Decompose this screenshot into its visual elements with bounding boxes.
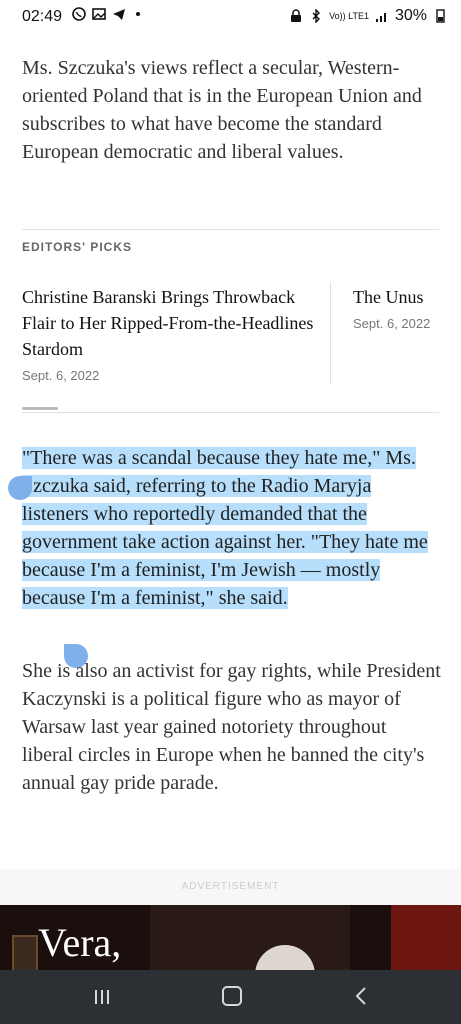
editors-pick-card[interactable]: Christine Baranski Brings Throwback Flai… xyxy=(22,284,322,383)
home-icon[interactable] xyxy=(222,986,242,1006)
status-bar: 02:49 Vo)) LTE1 30% xyxy=(0,0,461,34)
ad-background-panel xyxy=(391,905,461,970)
divider xyxy=(22,229,439,230)
pick-date: Sept. 6, 2022 xyxy=(353,316,431,331)
back-icon[interactable] xyxy=(354,986,368,1006)
whatsapp-icon xyxy=(72,7,86,21)
selection-start-handle[interactable] xyxy=(8,476,32,500)
selected-quote-paragraph[interactable]: "There was a scandal because they hate m… xyxy=(22,444,442,612)
lock-icon xyxy=(291,9,302,22)
picture-frame xyxy=(12,935,38,970)
bluetooth-icon xyxy=(312,9,321,23)
selected-text[interactable]: "There was a scandal because they hate m… xyxy=(22,447,428,609)
pick-title[interactable]: Christine Baranski Brings Throwback Flai… xyxy=(22,284,322,362)
ad-image[interactable]: Vera, xyxy=(0,905,461,970)
navigation-bar xyxy=(0,970,461,1024)
volte-indicator: Vo)) LTE1 xyxy=(329,10,369,21)
battery-percentage: 30% xyxy=(394,7,427,24)
carousel-indicator xyxy=(22,407,58,410)
signal-icon xyxy=(375,13,386,22)
telegram-icon xyxy=(113,9,125,20)
pick-separator xyxy=(330,282,331,384)
article-paragraph: Ms. Szczuka's views reflect a secular, W… xyxy=(22,57,422,163)
advertisement-label: ADVERTISEMENT xyxy=(181,881,280,892)
editors-picks-label: EDITORS' PICKS xyxy=(22,240,132,254)
ad-title: Vera, xyxy=(38,920,122,965)
advertisement[interactable]: ADVERTISEMENT Vera, xyxy=(0,869,461,970)
recents-icon[interactable] xyxy=(92,987,112,1007)
battery-icon xyxy=(436,9,445,23)
pick-date: Sept. 6, 2022 xyxy=(22,368,100,383)
gallery-icon xyxy=(92,8,106,20)
pick-title[interactable]: The Unus xyxy=(353,284,461,310)
notification-dot-icon xyxy=(136,12,140,16)
article-paragraph: She is also an activist for gay rights, … xyxy=(22,660,441,794)
divider xyxy=(22,412,439,413)
ad-background-panel xyxy=(150,905,350,970)
article-content[interactable]: Ms. Szczuka's views reflect a secular, W… xyxy=(0,34,461,970)
clock: 02:49 xyxy=(22,8,63,25)
editors-pick-card[interactable]: The Unus Sept. 6, 2022 xyxy=(353,284,461,331)
